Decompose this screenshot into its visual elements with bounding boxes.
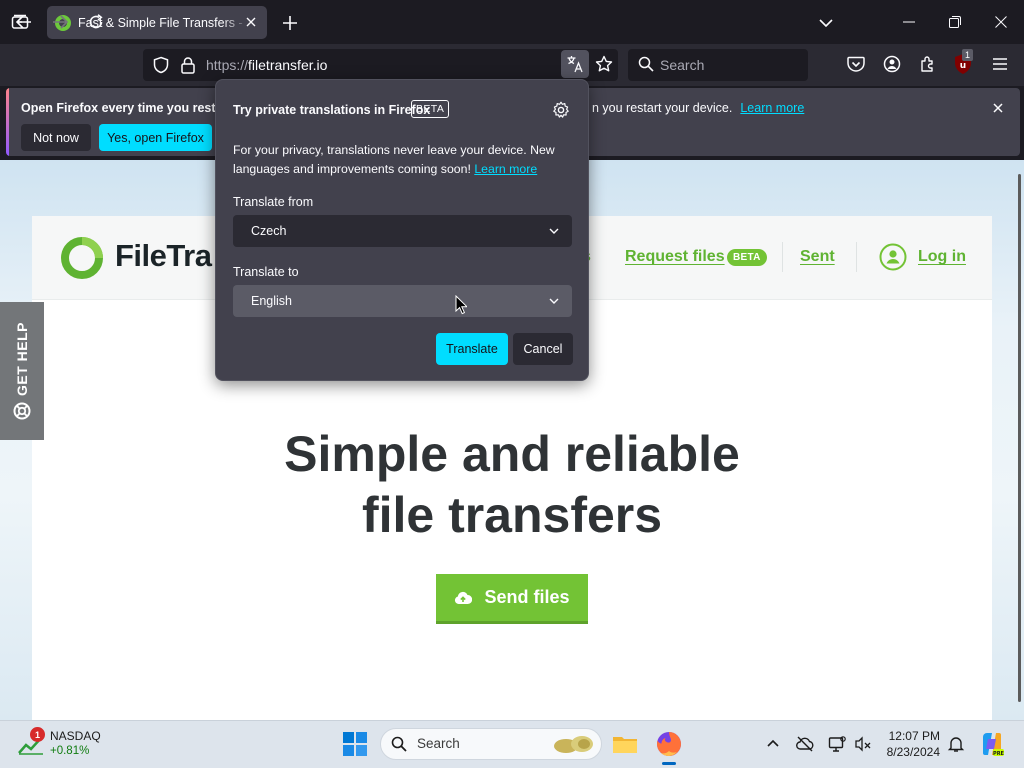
send-files-button[interactable]: Send files	[436, 574, 588, 624]
copilot-icon[interactable]: PRE	[979, 731, 1005, 757]
cloud-off-icon[interactable]	[796, 735, 814, 753]
svg-text:PRE: PRE	[993, 751, 1005, 757]
cancel-button[interactable]: Cancel	[513, 333, 573, 365]
browser-tab[interactable]: Fast & Simple File Transfers - FileTrans…	[47, 6, 267, 39]
translation-beta-badge: BETA	[411, 100, 450, 118]
user-icon[interactable]	[879, 243, 907, 271]
search-bar[interactable]	[628, 49, 808, 81]
hero-line-1: Simple and reliable	[284, 426, 740, 482]
tab-close-icon[interactable]	[243, 14, 259, 30]
chevron-down-icon[interactable]	[814, 11, 838, 35]
nav-link-request-files[interactable]: Request files	[625, 248, 725, 266]
url-protocol: https://	[206, 57, 249, 73]
log-in-link[interactable]: Log in	[918, 248, 966, 266]
translation-learn-more-link[interactable]: Learn more	[474, 162, 537, 176]
clock-date[interactable]: 8/23/2024	[880, 745, 940, 759]
notification-trailing-text: n you restart your device. Learn more	[592, 101, 804, 115]
translate-from-value: Czech	[251, 224, 287, 238]
plus-icon[interactable]	[278, 11, 302, 35]
translate-to-select[interactable]: English	[233, 285, 572, 317]
notification-bell-icon[interactable]	[947, 735, 965, 753]
chevron-down-icon	[549, 228, 559, 234]
nav-divider	[782, 242, 783, 272]
send-files-label: Send files	[484, 587, 570, 607]
translate-from-select[interactable]: Czech	[233, 215, 572, 247]
translate-button[interactable]: Translate	[436, 333, 508, 365]
notification-trailing-label: n you restart your device.	[592, 101, 733, 115]
taskbar-search-placeholder: Search	[417, 736, 460, 751]
translate-from-label: Translate from	[233, 195, 314, 209]
minimize-icon[interactable]	[886, 6, 932, 38]
notification-close-icon[interactable]	[990, 100, 1006, 116]
svg-text:u: u	[960, 61, 966, 71]
url-text[interactable]: https://filetransfer.io	[206, 57, 327, 73]
search-highlight-icon	[548, 731, 598, 757]
restore-icon[interactable]	[932, 6, 978, 38]
search-icon	[391, 736, 407, 752]
chevron-down-icon	[549, 298, 559, 304]
display-icon[interactable]	[828, 735, 846, 753]
filetransfer-logo-icon[interactable]	[60, 236, 104, 280]
translation-panel-title: Try private translations in Firefox	[233, 103, 431, 117]
window-close-icon[interactable]	[978, 6, 1024, 38]
nav-divider	[856, 242, 857, 272]
file-explorer-icon[interactable]	[611, 730, 639, 758]
translation-description: For your privacy, translations never lea…	[233, 141, 563, 179]
notification-title: Open Firefox every time you restar	[21, 101, 228, 115]
mouse-cursor-icon	[455, 294, 469, 315]
url-host: filetransfer.io	[248, 57, 328, 73]
forward-arrow-icon[interactable]	[46, 8, 74, 36]
get-help-label: GET HELP	[14, 321, 30, 397]
hamburger-menu-icon[interactable]	[988, 52, 1012, 76]
stock-change[interactable]: +0.81%	[50, 745, 89, 757]
search-placeholder: Search	[660, 57, 705, 73]
notification-learn-more-link[interactable]: Learn more	[740, 101, 804, 115]
page-scrollbar-thumb[interactable]	[1018, 174, 1021, 702]
shield-icon[interactable]	[152, 56, 170, 74]
chevron-up-icon[interactable]	[764, 735, 782, 753]
firefox-active-indicator	[662, 762, 676, 765]
notification-accent	[6, 88, 9, 156]
translate-to-value: English	[251, 294, 292, 308]
stock-notification-badge: 1	[30, 727, 45, 742]
nav-link-sent[interactable]: Sent	[800, 248, 835, 266]
back-arrow-icon[interactable]	[10, 8, 38, 36]
network-volume-icon[interactable]	[854, 735, 872, 753]
gear-icon[interactable]	[551, 100, 571, 120]
request-files-beta-badge: BETA	[727, 249, 767, 266]
extensions-icon[interactable]	[916, 52, 940, 76]
reload-icon[interactable]	[82, 8, 110, 36]
lifebuoy-icon	[13, 402, 31, 420]
extension-badge: 1	[962, 49, 974, 61]
search-icon	[638, 56, 654, 72]
account-icon[interactable]	[880, 52, 904, 76]
star-icon[interactable]	[592, 52, 616, 76]
firefox-icon[interactable]	[655, 730, 683, 758]
translation-panel: Try private translations in Firefox BETA…	[215, 79, 589, 381]
windows-start-icon[interactable]	[342, 731, 368, 757]
get-help-tab[interactable]: GET HELP	[0, 302, 44, 440]
hero-heading: Simple and reliable file transfers	[212, 424, 812, 546]
cloud-upload-icon	[455, 591, 473, 604]
lock-icon[interactable]	[180, 56, 196, 74]
clock-time[interactable]: 12:07 PM	[880, 729, 940, 743]
translate-icon[interactable]	[561, 50, 589, 78]
site-logo-text[interactable]: FileTra	[115, 238, 212, 274]
not-now-button[interactable]: Not now	[21, 124, 91, 151]
stock-name[interactable]: NASDAQ	[50, 729, 101, 743]
yes-open-firefox-button[interactable]: Yes, open Firefox	[99, 124, 212, 151]
hero-line-2: file transfers	[361, 487, 663, 543]
translate-to-label: Translate to	[233, 265, 299, 279]
pocket-icon[interactable]	[844, 52, 868, 76]
